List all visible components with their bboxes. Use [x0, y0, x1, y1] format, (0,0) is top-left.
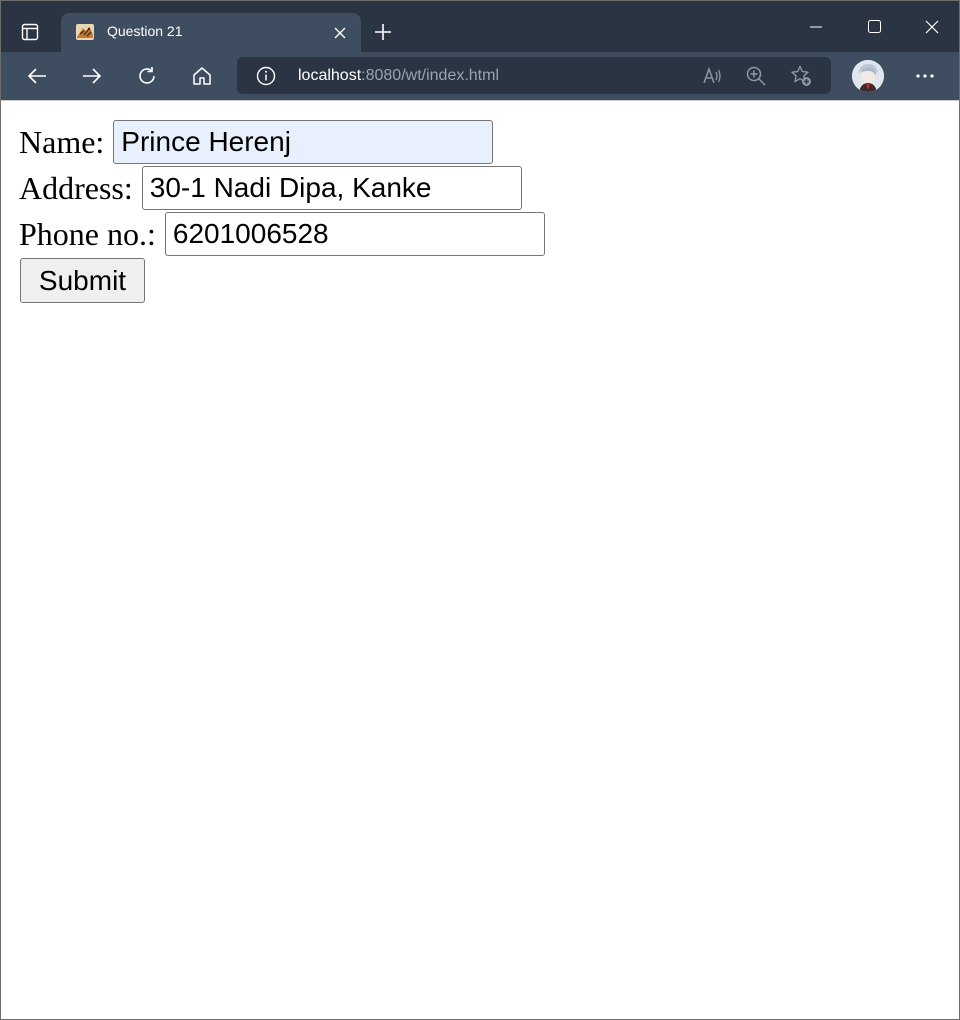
- address-bar[interactable]: localhost:8080/wt/index.html: [237, 57, 831, 94]
- name-input[interactable]: [113, 120, 494, 164]
- minimize-icon[interactable]: [787, 1, 845, 52]
- close-icon[interactable]: [329, 22, 351, 44]
- refresh-icon[interactable]: [130, 59, 164, 93]
- browser-window: Question 21 localhost:8080/wt/index.html…: [0, 0, 960, 1020]
- address-input[interactable]: [141, 166, 522, 210]
- tiger-favicon-icon: [75, 22, 95, 42]
- maximize-icon[interactable]: [845, 1, 903, 52]
- url-path: :8080/wt/index.html: [361, 67, 500, 84]
- star-add-icon[interactable]: [788, 63, 814, 89]
- submit-button[interactable]: Submit: [20, 258, 145, 303]
- more-icon[interactable]: [908, 59, 942, 93]
- phone-row: Phone no.:: [19, 212, 545, 256]
- home-icon[interactable]: [185, 59, 219, 93]
- name-label: Name:: [19, 123, 105, 160]
- name-row: Name:: [19, 120, 494, 164]
- tab-question-21[interactable]: Question 21: [61, 13, 361, 52]
- phone-input[interactable]: [164, 212, 545, 256]
- avatar[interactable]: [852, 60, 884, 92]
- address-row: Address:: [19, 166, 522, 210]
- url-text[interactable]: localhost:8080/wt/index.html: [298, 66, 499, 86]
- url-host: localhost: [298, 67, 362, 84]
- address-label: Address:: [19, 169, 133, 206]
- zoom-in-icon[interactable]: [743, 63, 769, 89]
- read-aloud-icon[interactable]: [699, 63, 725, 89]
- phone-label: Phone no.:: [19, 215, 156, 252]
- info-icon[interactable]: [255, 65, 277, 87]
- window-close-icon[interactable]: [903, 1, 959, 52]
- title-bar: Question 21: [1, 1, 959, 52]
- plus-icon[interactable]: [369, 18, 397, 46]
- tab-title: Question 21: [107, 23, 183, 39]
- arrow-right-icon[interactable]: [75, 59, 109, 93]
- arrow-left-icon[interactable]: [20, 59, 54, 93]
- page-content: Name: Address: Phone no.: Submit: [1, 100, 959, 1019]
- tab-actions-icon[interactable]: [13, 15, 47, 49]
- toolbar: localhost:8080/wt/index.html: [1, 52, 959, 100]
